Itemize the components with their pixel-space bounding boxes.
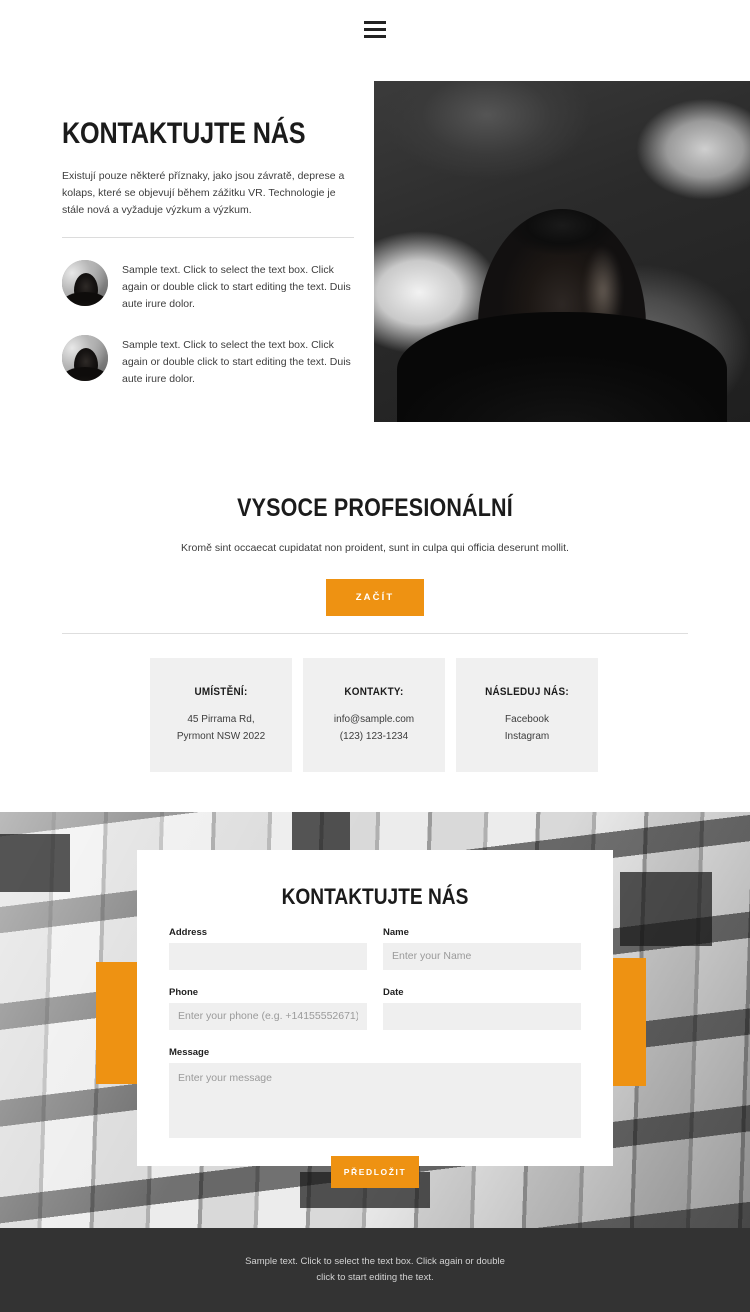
avatar <box>62 334 108 381</box>
card-body: Facebook Instagram <box>456 712 598 745</box>
contact-form-card: KONTAKTUJTE NÁS Address Name Phone Date <box>137 850 613 1188</box>
social-link-facebook[interactable]: Facebook <box>456 712 598 729</box>
page-root: KONTAKTUJTE NÁS Existují pouze některé p… <box>0 0 750 1312</box>
info-card-contacts: KONTAKTY: info@sample.com (123) 123-1234 <box>303 658 445 772</box>
date-input[interactable] <box>383 1003 581 1030</box>
building-window <box>620 872 712 946</box>
form-row: Address Name <box>169 927 581 970</box>
message-textarea[interactable] <box>169 1063 581 1138</box>
phone-label: Phone <box>169 987 199 998</box>
start-button[interactable]: ZAČÍT <box>326 578 424 616</box>
avatar-body <box>63 291 107 306</box>
card-line-phone[interactable]: (123) 123-1234 <box>303 729 445 746</box>
submit-row: PŘEDLOŽIT <box>169 1156 581 1188</box>
hero-person-shoulders <box>397 312 727 422</box>
info-card-location: UMÍSTĚNÍ: 45 Pirrama Rd, Pyrmont NSW 202… <box>150 658 292 772</box>
social-link-instagram[interactable]: Instagram <box>456 729 598 746</box>
site-header <box>0 0 750 58</box>
card-title: UMÍSTĚNÍ: <box>194 686 248 698</box>
form-row: Phone Date <box>169 987 581 1030</box>
name-label: Name <box>383 927 409 938</box>
phone-input[interactable] <box>169 1003 367 1030</box>
card-title: KONTAKTY: <box>344 686 404 698</box>
feature-item: Sample text. Click to select the text bo… <box>62 259 354 313</box>
card-line: 45 Pirrama Rd, <box>187 714 255 725</box>
address-label: Address <box>169 927 208 938</box>
promo-section: VYSOCE PROFESIONÁLNÍ Kromě sint occaecat… <box>0 494 750 616</box>
info-cards: UMÍSTĚNÍ: 45 Pirrama Rd, Pyrmont NSW 202… <box>150 658 600 772</box>
avatar <box>62 259 108 306</box>
card-line: Pyrmont NSW 2022 <box>176 730 266 742</box>
card-line-email[interactable]: info@sample.com <box>303 712 445 729</box>
page-title: KONTAKTUJTE NÁS <box>62 117 306 150</box>
feature-text: Sample text. Click to select the text bo… <box>122 263 351 310</box>
field-message: Message <box>169 1047 581 1143</box>
date-label: Date <box>383 987 404 998</box>
footer-text: Sample text. Click to select the text bo… <box>245 1256 505 1283</box>
field-address: Address <box>169 927 367 970</box>
contact-form-title: KONTAKTUJTE NÁS <box>281 884 469 909</box>
divider <box>62 236 354 238</box>
accent-block-right <box>613 958 646 1086</box>
card-title: NÁSLEDUJ NÁS: <box>485 686 569 698</box>
info-card-follow: NÁSLEDUJ NÁS: Facebook Instagram <box>456 658 598 772</box>
card-body: 45 Pirrama Rd, Pyrmont NSW 2022 <box>150 712 292 745</box>
submit-button[interactable]: PŘEDLOŽIT <box>331 1156 419 1188</box>
site-footer: Sample text. Click to select the text bo… <box>0 1228 750 1312</box>
card-body: info@sample.com (123) 123-1234 <box>303 712 445 745</box>
section-divider <box>62 633 688 634</box>
hamburger-line <box>364 20 386 24</box>
accent-block-left <box>96 962 138 1084</box>
feature-text: Sample text. Click to select the text bo… <box>122 338 351 385</box>
name-input[interactable] <box>383 943 581 970</box>
form-row: Message <box>169 1047 581 1143</box>
promo-title: VYSOCE PROFESIONÁLNÍ <box>237 494 513 522</box>
message-label: Message <box>169 1047 210 1058</box>
hero-text-column: KONTAKTUJTE NÁS Existují pouze některé p… <box>62 118 354 388</box>
building-window <box>0 834 70 892</box>
promo-subtitle: Kromě sint occaecat cupidatat non proide… <box>181 542 569 554</box>
address-input[interactable] <box>169 943 367 970</box>
hamburger-line <box>364 27 386 31</box>
avatar-body <box>63 366 107 381</box>
hero-portrait-image <box>374 81 750 422</box>
hero-paragraph: Existují pouze některé příznaky, jako js… <box>62 169 345 216</box>
field-phone: Phone <box>169 987 367 1030</box>
hamburger-menu-icon[interactable] <box>364 20 386 38</box>
hamburger-line <box>364 34 386 38</box>
feature-item: Sample text. Click to select the text bo… <box>62 334 354 388</box>
field-name: Name <box>383 927 581 970</box>
field-date: Date <box>383 987 581 1030</box>
